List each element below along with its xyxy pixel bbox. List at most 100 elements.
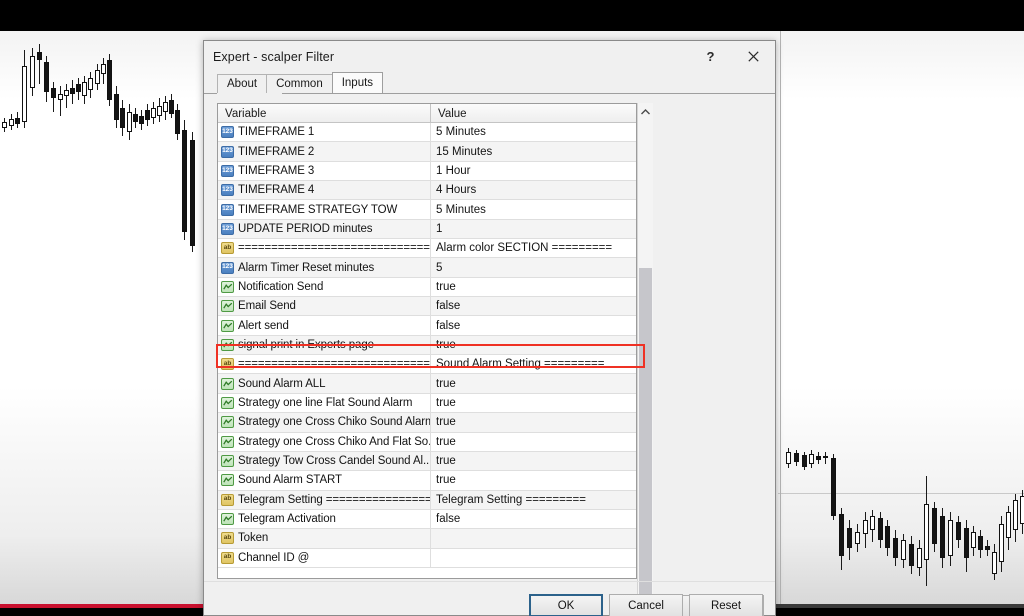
close-button[interactable] [732,41,775,72]
variable-cell[interactable]: 123 TIMEFRAME 1 [218,123,431,142]
variable-name: TIMEFRAME STRATEGY TOW [238,203,398,216]
candle-body [999,524,1004,562]
ok-button[interactable]: OK [529,594,603,616]
scrollbar-track[interactable] [638,120,653,598]
value-cell[interactable]: Alarm color SECTION ========= [431,239,636,257]
grid-row[interactable]: Strategy one Cross Chiko And Flat So... t… [218,432,636,452]
value-cell[interactable]: true [431,471,636,489]
variable-cell[interactable]: 123 UPDATE PERIOD minutes [218,219,431,239]
scrollbar-thumb[interactable] [638,268,652,598]
grid-row[interactable]: Telegram Activation false [218,509,636,530]
value-cell[interactable]: Sound Alarm Setting ========= [431,355,636,373]
help-button[interactable]: ? [689,41,732,72]
grid-row[interactable]: 123 UPDATE PERIOD minutes 1 [218,219,636,240]
variable-cell[interactable]: Sound Alarm START [218,471,431,490]
candle-body [885,526,890,548]
grid-row[interactable]: 123 TIMEFRAME 2 15 Minutes [218,142,636,162]
variable-cell[interactable]: Strategy one line Flat Sound Alarm [218,393,431,413]
column-header-variable[interactable]: Variable [218,104,431,123]
grid-vertical-scrollbar[interactable] [636,103,653,615]
grid-row[interactable]: ab ============================== Sound Al… [218,355,636,375]
variable-cell[interactable]: Sound Alarm ALL [218,374,431,393]
grid-row[interactable]: Strategy Tow Cross Candel Sound Al... tru… [218,451,636,472]
value-cell[interactable]: 1 [431,219,636,239]
value-cell[interactable]: true [431,394,636,412]
grid-row[interactable]: Notification Send true [218,277,636,298]
value-cell[interactable]: true [431,451,636,471]
grid-row[interactable]: 123 Alarm Timer Reset minutes 5 [218,258,636,278]
variable-cell[interactable]: ab ============================== [218,239,431,258]
candle-body [878,518,883,540]
grid-row[interactable]: 123 TIMEFRAME STRATEGY TOW 5 Minutes [218,200,636,220]
grid-row[interactable]: 123 TIMEFRAME 1 5 Minutes [218,123,636,143]
grid-row[interactable]: Email Send false [218,297,636,317]
value-cell[interactable]: 4 Hours [431,181,636,200]
tab-common[interactable]: Common [266,74,333,93]
right-chart-pane[interactable] [778,31,1024,604]
grid-row[interactable]: ab ============================== Alarm co… [218,239,636,259]
grid-row[interactable]: ab Telegram Setting ================= Tele… [218,490,636,510]
zigzag-line-icon [222,438,232,445]
value-cell[interactable]: false [431,297,636,316]
value-cell[interactable]: 5 [431,258,636,277]
scroll-up-button[interactable] [637,103,653,120]
value-cell[interactable]: false [431,510,636,528]
variable-cell[interactable]: ab Token [218,529,431,548]
grid-row[interactable]: ab Channel ID @ [218,548,636,568]
value-cell[interactable]: false [431,316,636,334]
variable-cell[interactable]: 123 TIMEFRAME STRATEGY TOW [218,200,431,219]
value-cell[interactable]: true [431,335,636,355]
reset-button[interactable]: Reset [689,594,763,616]
variable-cell[interactable]: Strategy one Cross Chiko Sound Alarm [218,413,431,432]
grid-row[interactable]: Sound Alarm ALL true [218,374,636,394]
value-cell[interactable]: true [431,413,636,432]
variable-cell[interactable]: ab Channel ID @ [218,548,431,567]
variable-cell[interactable]: Telegram Activation [218,509,431,529]
variable-name: Telegram Setting ================= [238,493,431,506]
cancel-button[interactable]: Cancel [609,594,683,616]
variable-cell[interactable]: signal print in Experts page [218,335,431,355]
variable-cell[interactable]: 123 TIMEFRAME 3 [218,161,431,181]
boolean-type-icon [221,338,234,351]
value-text: Sound Alarm Setting ========= [436,358,605,371]
value-cell[interactable]: 5 Minutes [431,123,636,141]
grid-row[interactable]: 123 TIMEFRAME 3 1 Hour [218,161,636,182]
grid-row[interactable]: signal print in Experts page true [218,335,636,356]
grid-row[interactable]: Alert send false [218,316,636,336]
tab-about[interactable]: About [217,74,268,93]
tab-inputs[interactable]: Inputs [331,72,384,93]
grid-row[interactable]: Sound Alarm START true [218,471,636,491]
variable-cell[interactable]: Strategy Tow Cross Candel Sound Al... [218,451,431,471]
value-text: 1 [436,222,443,235]
variable-cell[interactable]: 123 TIMEFRAME 2 [218,142,431,161]
variable-cell[interactable]: 123 Alarm Timer Reset minutes [218,258,431,277]
variable-cell[interactable]: Alert send [218,316,431,335]
candlestick [809,450,814,468]
grid-row[interactable]: 123 TIMEFRAME 4 4 Hours [218,181,636,201]
candle-body [855,532,860,544]
grid-row[interactable]: Strategy one Cross Chiko Sound Alarm true [218,413,636,433]
value-cell[interactable] [431,549,636,567]
variable-cell[interactable]: Strategy one Cross Chiko And Flat So... [218,432,431,451]
grid-row[interactable]: ab Token [218,529,636,549]
value-cell[interactable]: Telegram Setting ========= [431,490,636,509]
value-cell[interactable]: true [431,278,636,296]
value-cell[interactable]: true [431,433,636,451]
value-cell[interactable]: 5 Minutes [431,200,636,218]
value-cell[interactable]: 1 Hour [431,162,636,180]
column-header-value[interactable]: Value [431,104,636,123]
zigzag-line-icon [222,341,232,348]
candlestick [948,512,953,566]
variable-cell[interactable]: ab ============================== [218,355,431,374]
variable-cell[interactable]: 123 TIMEFRAME 4 [218,181,431,200]
variable-cell[interactable]: Notification Send [218,277,431,297]
grid-row[interactable]: Strategy one line Flat Sound Alarm true [218,393,636,414]
variable-cell[interactable]: ab Telegram Setting ================= [218,490,431,509]
value-cell[interactable]: 15 Minutes [431,142,636,161]
value-cell[interactable]: true [431,374,636,393]
value-cell[interactable] [431,529,636,548]
variable-cell[interactable]: Email Send [218,297,431,316]
left-chart-pane[interactable] [0,31,196,604]
dialog-titlebar[interactable]: Expert - scalper Filter ? [204,41,775,72]
candle-body [1006,512,1011,538]
